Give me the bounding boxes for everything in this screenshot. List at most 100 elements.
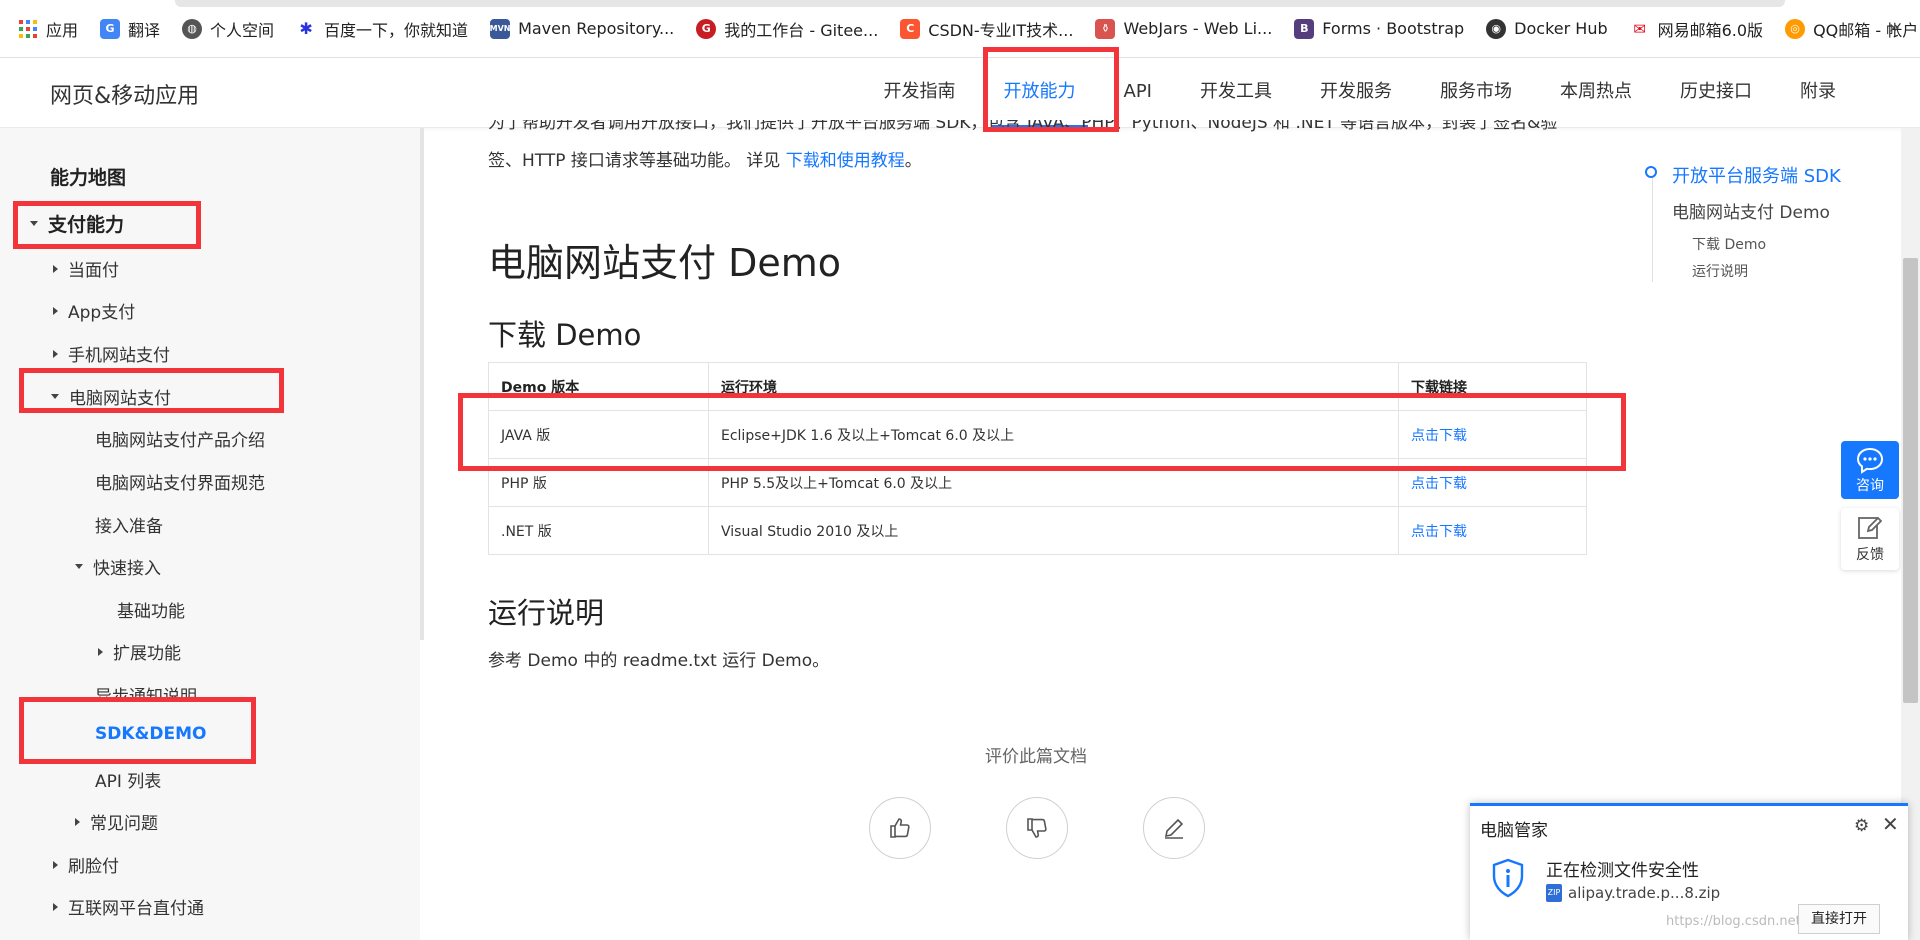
bookmark-label: CSDN-专业IT技术... [928, 20, 1074, 40]
popup-file: ZIP alipay.trade.p...8.zip [1546, 884, 1720, 902]
thumbs-down-button[interactable] [1006, 797, 1068, 859]
sidebar-item-pc-ui[interactable]: 电脑网站支付界面规范 [95, 469, 265, 494]
thumbs-up-button[interactable] [869, 797, 931, 859]
bookmark-maven[interactable]: MVN Maven Repository... [490, 18, 675, 39]
tab-dev-tools[interactable]: 开发工具 [1176, 58, 1296, 128]
sidebar-item-app-pay[interactable]: App支付 [53, 298, 135, 323]
thumbs-down-icon [1027, 818, 1047, 838]
sidebar-item-faq[interactable]: 常见问题 [75, 809, 158, 834]
open-directly-button[interactable]: 直接打开 [1798, 904, 1880, 934]
consult-button[interactable]: 咨询 [1841, 441, 1899, 499]
bookmark-webjars[interactable]: ⚱ WebJars - Web Li... [1095, 18, 1273, 39]
bookmark-label: Maven Repository... [518, 19, 675, 38]
sidebar-map-title[interactable]: 能力地图 [50, 163, 126, 190]
globe-icon: ◍ [182, 18, 203, 39]
maven-icon: MVN [490, 18, 511, 39]
bookmark-personal-space[interactable]: ◍ 个人空间 [182, 17, 274, 41]
security-popup: 电脑管家 ⚙ ✕ 正在检测文件安全性 ZIP alipay.trade.p...… [1470, 803, 1908, 940]
sidebar-item-basic[interactable]: 基础功能 [117, 597, 185, 622]
run-instructions-heading: 运行说明 [488, 596, 605, 630]
bookmarks-more-button[interactable]: » [1889, 17, 1900, 38]
sidebar-item-quick[interactable]: 快速接入 [75, 554, 161, 579]
webjars-icon: ⚱ [1095, 18, 1116, 39]
sidebar-scrollbar[interactable] [420, 128, 424, 640]
sidebar-item-api-list[interactable]: API 列表 [95, 767, 161, 792]
settings-gear-icon[interactable]: ⚙ [1854, 816, 1869, 836]
sidebar-item-prep[interactable]: 接入准备 [95, 512, 163, 537]
popup-title: 电脑管家 [1480, 821, 1548, 841]
caret-down-icon [75, 564, 83, 569]
toc-item-download-demo[interactable]: 下载 Demo [1692, 234, 1766, 254]
bookmark-docker[interactable]: ◉ Docker Hub [1486, 18, 1608, 39]
bookmark-netease[interactable]: ✉ 网易邮箱6.0版 [1629, 17, 1763, 41]
annotation-box-tab [983, 47, 1119, 132]
caret-right-icon [98, 647, 103, 656]
bookmark-baidu[interactable]: ✱ 百度一下，你就知道 [296, 17, 468, 41]
tab-service-market[interactable]: 服务市场 [1416, 58, 1536, 128]
run-instructions-text: 参考 Demo 中的 readme.txt 运行 Demo。 [488, 651, 830, 671]
bookmark-translate[interactable]: G 翻译 [100, 17, 160, 41]
thumbs-up-icon [890, 818, 910, 838]
bookmark-label: 我的工作台 - Gitee... [724, 20, 879, 40]
tab-dev-guide[interactable]: 开发指南 [860, 58, 980, 128]
popup-message: 正在检测文件安全性 [1546, 861, 1699, 881]
feedback-button[interactable]: 反馈 [1841, 508, 1899, 570]
tutorial-link[interactable]: 下载和使用教程 [786, 151, 905, 171]
sidebar-item-dangmianfu[interactable]: 当面付 [53, 256, 119, 281]
apps-grid-icon [18, 19, 38, 39]
consult-label: 咨询 [1856, 478, 1884, 494]
intro-text: 签、HTTP 接口请求等基础功能。 详见 [488, 151, 786, 171]
feedback-label: 反馈 [1856, 547, 1884, 563]
watermark-url: https://blog.csdn.net/... [1666, 914, 1818, 929]
caret-right-icon [53, 306, 58, 315]
sidebar-item-label: App支付 [68, 303, 136, 323]
caret-right-icon [53, 264, 58, 273]
download-link[interactable]: 点击下载 [1398, 506, 1587, 555]
sidebar-item-face-pay[interactable]: 刷脸付 [53, 852, 119, 877]
bookmark-label: 百度一下，你就知道 [324, 20, 469, 40]
download-demo-heading: 下载 Demo [488, 318, 642, 352]
caret-right-icon [75, 817, 80, 826]
toc-item-pc-demo[interactable]: 电脑网站支付 Demo [1672, 198, 1830, 223]
edit-feedback-button[interactable] [1143, 797, 1205, 859]
sidebar-item-mobile-web-pay[interactable]: 手机网站支付 [53, 341, 170, 366]
bookmarks-bar: 应用 G 翻译 ◍ 个人空间 ✱ 百度一下，你就知道 MVN Maven Reposit… [0, 0, 1920, 58]
toc-item-sdk[interactable]: 开放平台服务端 SDK [1672, 162, 1841, 188]
sidebar-item-label: 快速接入 [93, 559, 161, 579]
chat-bubble-icon [1856, 447, 1884, 474]
popup-filename: alipay.trade.p...8.zip [1568, 884, 1721, 902]
gitee-icon: G [696, 18, 717, 39]
sidebar-item-label: 当面付 [68, 261, 119, 281]
site-title[interactable]: 网页&移动应用 [50, 78, 199, 110]
bookmark-label: WebJars - Web Li... [1123, 19, 1273, 38]
tab-appendix[interactable]: 附录 [1776, 58, 1860, 128]
bookmark-bootstrap[interactable]: B Forms · Bootstrap [1294, 18, 1465, 39]
zip-file-icon: ZIP [1546, 884, 1562, 902]
bookmark-label: Forms · Bootstrap [1322, 19, 1465, 38]
sidebar-item-label: 常见问题 [90, 814, 158, 834]
bookmark-label: 翻译 [128, 20, 161, 40]
bookmark-label: QQ邮箱 - 帐户 [1813, 20, 1919, 40]
site-header: 网页&移动应用 开发指南 开放能力 API 开发工具 开发服务 服务市场 本周热… [0, 58, 1920, 128]
bookmark-csdn[interactable]: C CSDN-专业IT技术... [900, 17, 1073, 41]
tab-weekly-hot[interactable]: 本周热点 [1536, 58, 1656, 128]
bookmark-gitee[interactable]: G 我的工作台 - Gitee... [696, 17, 878, 41]
translate-icon: G [100, 18, 121, 39]
sidebar-item-platform-pay[interactable]: 互联网平台直付通 [53, 894, 204, 919]
sidebar-item-async[interactable]: 异步通知说明 [95, 682, 197, 698]
top-scrollbar[interactable] [175, 0, 1785, 7]
tab-history-api[interactable]: 历史接口 [1656, 58, 1776, 128]
sidebar-item-label: 互联网平台直付通 [68, 899, 204, 919]
pencil-icon [1164, 818, 1184, 839]
baidu-paw-icon: ✱ [296, 18, 317, 39]
sidebar-item-label: 刷脸付 [68, 857, 119, 877]
bookmark-apps[interactable]: 应用 [18, 17, 78, 41]
shield-info-icon [1490, 858, 1526, 902]
sidebar-item-extend[interactable]: 扩展功能 [98, 639, 181, 664]
tab-dev-services[interactable]: 开发服务 [1296, 58, 1416, 128]
sidebar-item-pc-intro[interactable]: 电脑网站支付产品介绍 [95, 426, 265, 451]
close-icon[interactable]: ✕ [1882, 812, 1899, 836]
annotation-box-payment [13, 201, 201, 249]
toc-item-run[interactable]: 运行说明 [1692, 261, 1748, 281]
page-scrollbar-thumb[interactable] [1903, 258, 1918, 703]
